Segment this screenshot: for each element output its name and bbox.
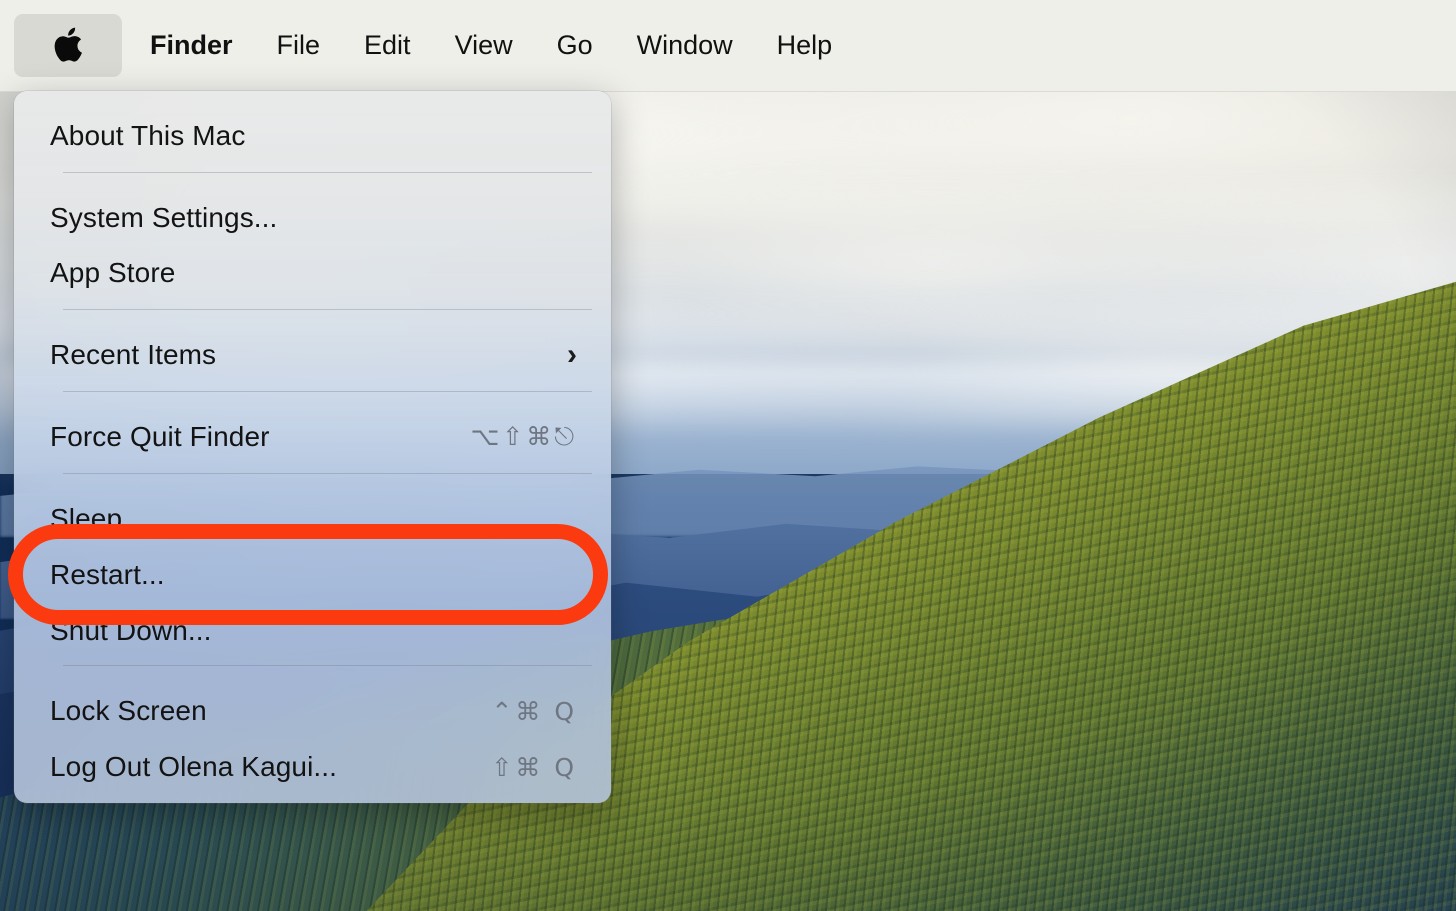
menu-item-lock-screen[interactable]: Lock Screen ⌃⌘ Q	[14, 683, 611, 739]
menubar-item-edit[interactable]: Edit	[342, 14, 433, 77]
menu-separator-5	[63, 665, 592, 666]
chevron-right-icon: ›	[567, 338, 577, 371]
menu-item-app-store[interactable]: App Store	[14, 245, 611, 301]
menu-item-label: System Settings...	[50, 202, 278, 233]
apple-logo-icon	[52, 27, 84, 65]
menu-item-sleep[interactable]: Sleep	[14, 491, 611, 547]
menu-item-label: Restart...	[50, 559, 165, 590]
menubar-item-file[interactable]: File	[255, 14, 343, 77]
menubar-item-help[interactable]: Help	[755, 14, 855, 77]
menu-item-label: Sleep	[50, 503, 123, 534]
apple-menu-dropdown: About This Mac System Settings... App St…	[14, 91, 611, 803]
menu-item-system-settings[interactable]: System Settings...	[14, 190, 611, 246]
menu-separator-2	[63, 309, 592, 310]
menu-item-recent-items[interactable]: Recent Items ›	[14, 327, 611, 383]
menubar-item-view[interactable]: View	[433, 14, 535, 77]
menu-item-label: Lock Screen	[50, 695, 207, 726]
menu-item-force-quit-finder[interactable]: Force Quit Finder ⌥⇧⌘⎋	[14, 409, 611, 465]
menu-item-shortcut: ⌥⇧⌘⎋	[470, 422, 577, 451]
menubar-item-finder[interactable]: Finder	[122, 14, 255, 77]
menu-separator-3	[63, 391, 592, 392]
menu-item-label: Force Quit Finder	[50, 421, 270, 452]
menu-item-shortcut: ⌃⌘ Q	[491, 696, 577, 726]
desktop-screen: Finder File Edit View Go Window Help Abo…	[0, 0, 1456, 911]
menu-item-shut-down[interactable]: Shut Down...	[14, 603, 611, 659]
menu-item-shortcut: ⇧⌘ Q	[491, 752, 577, 782]
menubar-item-window[interactable]: Window	[615, 14, 755, 77]
menu-item-about-this-mac[interactable]: About This Mac	[14, 108, 611, 164]
menu-item-restart[interactable]: Restart...	[14, 547, 611, 603]
menu-item-label: About This Mac	[50, 120, 246, 151]
menu-item-label: Recent Items	[50, 339, 217, 370]
menu-item-log-out[interactable]: Log Out Olena Kagui... ⇧⌘ Q	[14, 739, 611, 795]
apple-menu-button[interactable]	[14, 14, 122, 77]
menu-item-label: Log Out Olena Kagui...	[50, 751, 338, 782]
menubar-item-go[interactable]: Go	[535, 14, 615, 77]
menu-item-label: Shut Down...	[50, 615, 212, 646]
menu-separator-1	[63, 172, 592, 173]
menu-item-label: App Store	[50, 257, 176, 288]
menu-separator-4	[63, 473, 592, 474]
menu-bar: Finder File Edit View Go Window Help	[0, 0, 1456, 92]
